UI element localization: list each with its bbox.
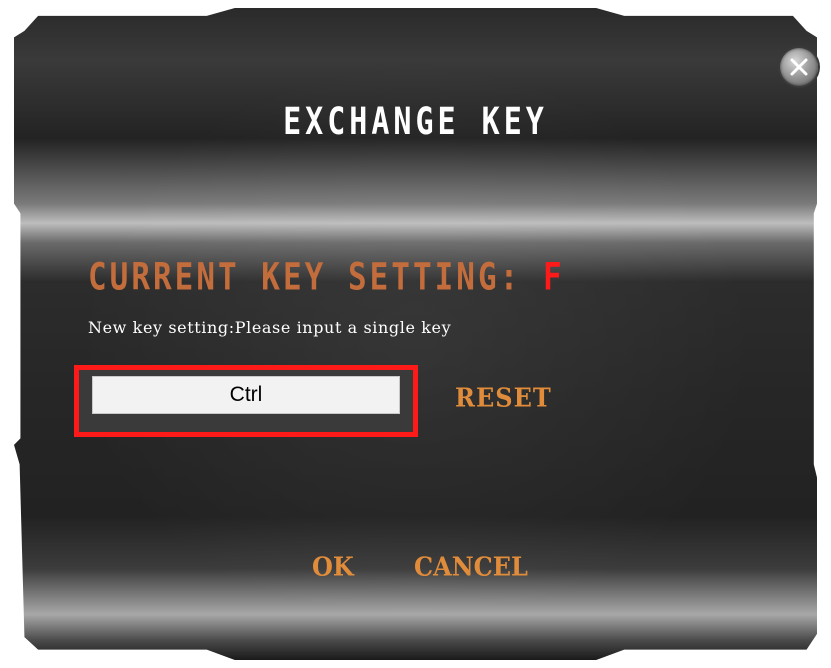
key-input-highlight — [74, 365, 418, 437]
new-key-instruction: New key setting:Please input a single ke… — [88, 318, 452, 337]
ok-button[interactable]: OK — [312, 550, 354, 582]
screenshot-stage: EXCHANGE KEY CURRENT KEY SETTING: F New … — [0, 0, 831, 668]
current-key-setting: CURRENT KEY SETTING: F — [88, 256, 565, 299]
dialog-title: EXCHANGE KEY — [283, 100, 548, 144]
cancel-button[interactable]: CANCEL — [414, 550, 528, 582]
current-key-value: F — [542, 256, 565, 300]
close-x-icon — [790, 58, 808, 76]
new-key-input[interactable] — [92, 376, 400, 414]
reset-button[interactable]: RESET — [455, 381, 552, 413]
current-key-label: CURRENT KEY SETTING: — [88, 256, 522, 300]
close-button[interactable] — [780, 48, 818, 86]
